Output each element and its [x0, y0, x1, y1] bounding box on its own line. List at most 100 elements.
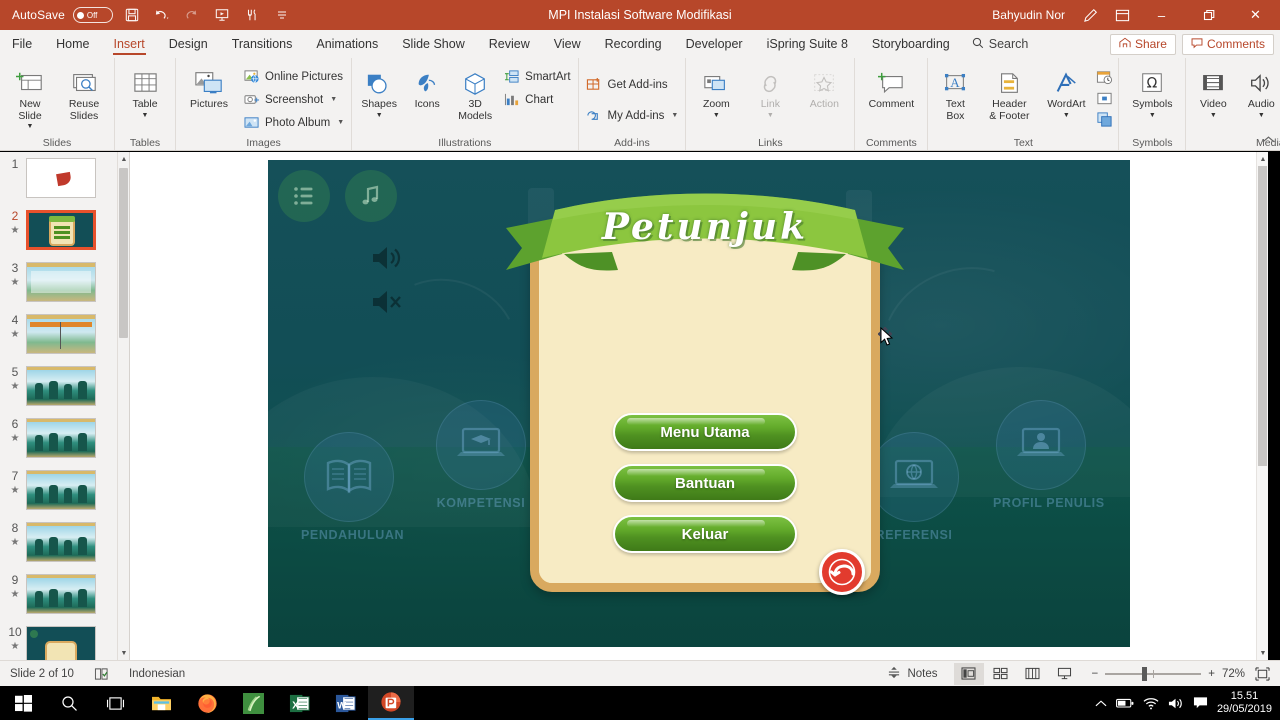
link-button[interactable]: Link ▼: [744, 63, 796, 121]
chevron-down-icon[interactable]: ▼: [1149, 112, 1156, 119]
comments-button[interactable]: Comments: [1181, 33, 1274, 55]
tab-view[interactable]: View: [542, 30, 593, 58]
canvas-vertical-scrollbar[interactable]: ▲ ▼: [1256, 152, 1268, 660]
new-slide-button[interactable]: New Slide ▼: [4, 63, 56, 132]
search-icon[interactable]: [46, 686, 92, 720]
tab-developer[interactable]: Developer: [674, 30, 755, 58]
slide-thumb-1[interactable]: 1: [0, 152, 129, 204]
show-hidden-icons-button[interactable]: [1095, 699, 1107, 708]
pictures-button[interactable]: Pictures: [180, 63, 238, 113]
chevron-down-icon[interactable]: ▼: [713, 112, 720, 119]
slide-thumb-5[interactable]: 5 ★: [0, 360, 129, 412]
slide-thumbnail[interactable]: [26, 314, 96, 354]
word-icon[interactable]: W: [322, 686, 368, 720]
slide-thumbnail[interactable]: [26, 158, 96, 198]
share-button[interactable]: Share: [1109, 33, 1176, 55]
slide-thumbnail[interactable]: [26, 366, 96, 406]
slide-thumb-6[interactable]: 6 ★: [0, 412, 129, 464]
music-note-icon[interactable]: [345, 170, 397, 222]
slide-sorter-view-button[interactable]: [986, 663, 1016, 685]
slide-thumbnail[interactable]: [26, 418, 96, 458]
scroll-down-arrow[interactable]: ▼: [1257, 646, 1269, 660]
slide-thumbnail[interactable]: [26, 262, 96, 302]
fit-slide-button[interactable]: [1251, 661, 1280, 687]
comment-button[interactable]: Comment: [859, 63, 923, 113]
excel-icon[interactable]: X: [276, 686, 322, 720]
start-presentation-icon[interactable]: [211, 4, 233, 26]
zoom-slider-knob[interactable]: [1142, 666, 1148, 681]
firefox-icon[interactable]: [184, 686, 230, 720]
zoom-level-label[interactable]: 72%: [1222, 668, 1245, 680]
slide-thumb-3[interactable]: 3 ★: [0, 256, 129, 308]
collapse-ribbon-button[interactable]: [1262, 135, 1275, 147]
bantuan-button[interactable]: Bantuan: [613, 464, 797, 502]
undo-icon[interactable]: [151, 4, 173, 26]
chevron-down-icon[interactable]: ▼: [1258, 112, 1265, 119]
menu-utama-button[interactable]: Menu Utama: [613, 413, 797, 451]
file-explorer-icon[interactable]: [138, 686, 184, 720]
task-view-icon[interactable]: [92, 686, 138, 720]
wifi-icon[interactable]: [1143, 697, 1159, 710]
action-button[interactable]: Action: [798, 63, 850, 113]
tab-review[interactable]: Review: [477, 30, 542, 58]
slide-thumbnail-panel[interactable]: 1 2 ★ 3 ★ 4 ★ 5 ★ 6 ★ 7 ★ 8 ★ 9 ★ 10 ★ ▲…: [0, 152, 130, 660]
slide-thumb-8[interactable]: 8 ★: [0, 516, 129, 568]
chevron-down-icon[interactable]: ▼: [27, 123, 34, 130]
search-box[interactable]: Search: [962, 37, 1039, 52]
account-name[interactable]: Bahyudin Nor: [992, 8, 1065, 22]
chevron-down-icon[interactable]: ▼: [337, 119, 344, 126]
slide-number-icon[interactable]: [1094, 88, 1114, 108]
normal-view-button[interactable]: [953, 662, 984, 685]
save-icon[interactable]: [121, 4, 143, 26]
slide-thumbnail[interactable]: [26, 626, 96, 660]
object-icon[interactable]: [1094, 109, 1114, 129]
reuse-slides-button[interactable]: Reuse Slides: [58, 63, 110, 124]
slide-thumbnail[interactable]: [26, 470, 96, 510]
language-indicator[interactable]: Indonesian: [119, 661, 195, 687]
shapes-button[interactable]: Shapes ▼: [356, 63, 402, 121]
powerpoint-icon[interactable]: [368, 686, 414, 720]
slide-canvas[interactable]: PENDAHULUAN KOMPETENSI REFERENSI PROFIL …: [268, 160, 1130, 647]
slide-count[interactable]: Slide 2 of 10: [0, 661, 84, 687]
autosave-toggle[interactable]: Off: [72, 7, 113, 23]
more-options-icon[interactable]: [271, 4, 293, 26]
maximize-restore-button[interactable]: [1186, 0, 1231, 30]
chevron-down-icon[interactable]: ▼: [671, 112, 678, 119]
back-arrow-icon[interactable]: [819, 549, 865, 595]
nav-pendahuluan[interactable]: PENDAHULUAN: [301, 432, 404, 542]
date-time-icon[interactable]: [1094, 67, 1114, 87]
redo-icon[interactable]: [181, 4, 203, 26]
volume-icon[interactable]: [1168, 697, 1184, 710]
my-addins-button[interactable]: My Add-ins ▼: [583, 105, 682, 126]
chevron-down-icon[interactable]: ▼: [330, 96, 337, 103]
reading-view-button[interactable]: [1018, 663, 1048, 685]
chart-button[interactable]: Chart: [500, 89, 573, 110]
slide-show-view-button[interactable]: [1050, 663, 1080, 685]
speaker-mute-icon[interactable]: [371, 288, 405, 321]
zoom-slider-track[interactable]: [1105, 666, 1202, 681]
tab-transitions[interactable]: Transitions: [220, 30, 305, 58]
symbols-button[interactable]: Ω Symbols ▼: [1123, 63, 1181, 121]
3d-models-button[interactable]: 3D Models: [452, 63, 498, 124]
chevron-down-icon[interactable]: ▼: [376, 112, 383, 119]
close-button[interactable]: ✕: [1233, 0, 1278, 30]
slide-thumb-7[interactable]: 7 ★: [0, 464, 129, 516]
scroll-up-arrow[interactable]: ▲: [1257, 152, 1269, 166]
audio-button[interactable]: Audio ▼: [1238, 63, 1280, 121]
tab-storyboarding[interactable]: Storyboarding: [860, 30, 962, 58]
chevron-down-icon[interactable]: ▼: [767, 112, 774, 119]
tab-animations[interactable]: Animations: [304, 30, 390, 58]
tab-home[interactable]: Home: [44, 30, 101, 58]
screenshot-button[interactable]: Screenshot ▼: [240, 89, 347, 110]
slide-thumbnail[interactable]: [26, 574, 96, 614]
scroll-up-arrow[interactable]: ▲: [118, 152, 129, 166]
online-pictures-button[interactable]: Online Pictures: [240, 66, 347, 87]
menu-list-icon[interactable]: [278, 170, 330, 222]
slide-thumbnail[interactable]: [26, 210, 96, 250]
slide-thumb-2[interactable]: 2 ★: [0, 204, 129, 256]
tab-insert[interactable]: Insert: [102, 30, 157, 58]
tab-design[interactable]: Design: [157, 30, 220, 58]
tab-recording[interactable]: Recording: [593, 30, 674, 58]
scrollbar-thumb[interactable]: [119, 168, 128, 338]
notes-button[interactable]: Notes: [877, 661, 947, 687]
